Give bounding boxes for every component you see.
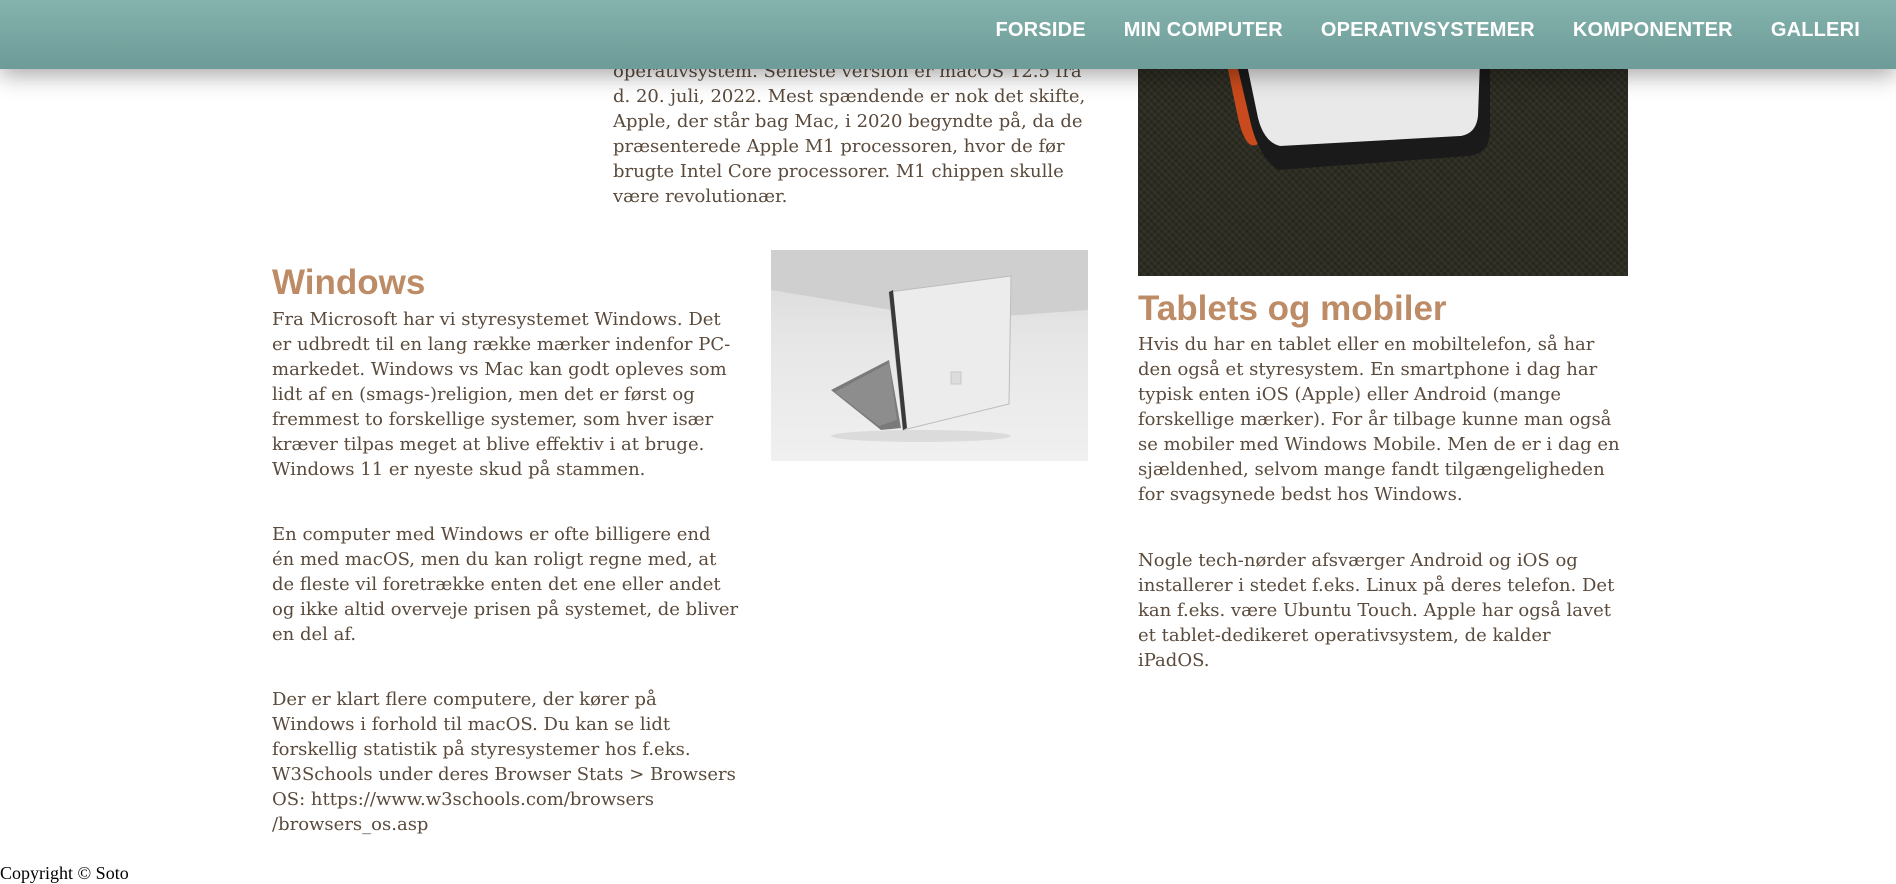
text-line: kræver tilpas meget at blive effektiv i …	[272, 434, 705, 455]
text-line: forskellige mærker). For år tilbage kunn…	[1138, 409, 1612, 430]
text-line: én med macOS, men du kan roligt regne me…	[272, 549, 717, 570]
macos-line: være revolutionær.	[613, 186, 788, 207]
text-line: En computer med Windows er ofte billiger…	[272, 524, 711, 545]
tablets-paragraph-2: Nogle tech-nørder afsværger Android og i…	[1138, 548, 1633, 673]
nav-link-galleri[interactable]: GALLERI	[1771, 19, 1860, 41]
text-line: Fra Microsoft har vi styresystemet Windo…	[272, 309, 721, 330]
nav-link-min-computer[interactable]: MIN COMPUTER	[1124, 19, 1283, 41]
text-line: Windows i forhold til macOS. Du kan se l…	[272, 714, 671, 735]
text-line: en del af.	[272, 624, 357, 645]
tablet-illustration	[1226, 60, 1490, 170]
text-line: /browsers_os.asp	[272, 814, 429, 835]
windows-paragraph-3: Der er klart flere computere, der kører …	[272, 687, 752, 837]
macos-line: brugte Intel Core processorer. M1 chippe…	[613, 161, 1064, 182]
windows-paragraph-2: En computer med Windows er ofte billiger…	[272, 522, 752, 647]
text-line: Hvis du har en tablet eller en mobiltele…	[1138, 334, 1595, 355]
footer-copyright: Copyright © Soto	[0, 863, 129, 883]
text-line: Windows 11 er nyeste skud på stammen.	[272, 459, 646, 480]
macos-line: præsenterede Apple M1 processoren, hvor …	[613, 136, 1065, 157]
text-line: lidt af en (smags-)religion, men det er …	[272, 384, 695, 405]
text-line: Der er klart flere computere, der kører …	[272, 689, 657, 710]
text-line: W3Schools under deres Browser Stats > Br…	[272, 764, 736, 785]
nav-link-forside[interactable]: FORSIDE	[995, 19, 1085, 41]
text-line: se mobiler med Windows Mobile. Men de er…	[1138, 434, 1620, 455]
macos-line: d. 20. juli, 2022. Mest spændende er nok…	[613, 86, 1086, 107]
text-line: for svagsynede bedst hos Windows.	[1138, 484, 1463, 505]
text-line: typisk enten iOS (Apple) eller Android (…	[1138, 384, 1562, 405]
text-line: OS: https://www.w3schools.com/browsers	[272, 789, 655, 810]
laptop-illustration	[771, 250, 1088, 442]
text-line: og ikke altid overveje prisen på systeme…	[272, 599, 739, 620]
text-line: de fleste vil foretrække enten det ene e…	[272, 574, 721, 595]
text-line: iPadOS.	[1138, 650, 1210, 671]
tablet-photo	[1138, 60, 1628, 276]
macos-paragraph: operativsystem. Seneste version er macOS…	[613, 59, 1093, 209]
windows-paragraph-1: Fra Microsoft har vi styresystemet Windo…	[272, 307, 752, 482]
text-line: kan f.eks. være Ubuntu Touch. Apple har …	[1138, 600, 1612, 621]
text-line: er udbredt til en lang række mærker inde…	[272, 334, 731, 355]
laptop-photo	[771, 250, 1088, 461]
text-line: fremmest to forskellige systemer, som hv…	[272, 409, 714, 430]
tablets-paragraph-1: Hvis du har en tablet eller en mobiltele…	[1138, 332, 1633, 507]
text-line: markedet. Windows vs Mac kan godt opleve…	[272, 359, 727, 380]
text-line: den også et styresystem. En smartphone i…	[1138, 359, 1598, 380]
windows-heading: Windows	[272, 263, 426, 302]
text-line: et tablet-dedikeret operativsystem, de k…	[1138, 625, 1551, 646]
nav-menu: FORSIDE MIN COMPUTER OPERATIVSYSTEMER KO…	[995, 0, 1860, 60]
text-line: installerer i stedet f.eks. Linux på der…	[1138, 575, 1615, 596]
text-line: sjældenhed, selvom mange fandt tilgængel…	[1138, 459, 1605, 480]
text-line: Nogle tech-nørder afsværger Android og i…	[1138, 550, 1578, 571]
nav-link-komponenter[interactable]: KOMPONENTER	[1573, 19, 1733, 41]
tablets-heading: Tablets og mobiler	[1138, 289, 1447, 328]
nav-link-operativsystemer[interactable]: OPERATIVSYSTEMER	[1321, 19, 1535, 41]
macos-line: Apple, der står bag Mac, i 2020 begyndte…	[613, 111, 1083, 132]
text-line: forskellig statistik på styresystemer ho…	[272, 739, 691, 760]
top-navbar: FORSIDE MIN COMPUTER OPERATIVSYSTEMER KO…	[0, 0, 1896, 69]
